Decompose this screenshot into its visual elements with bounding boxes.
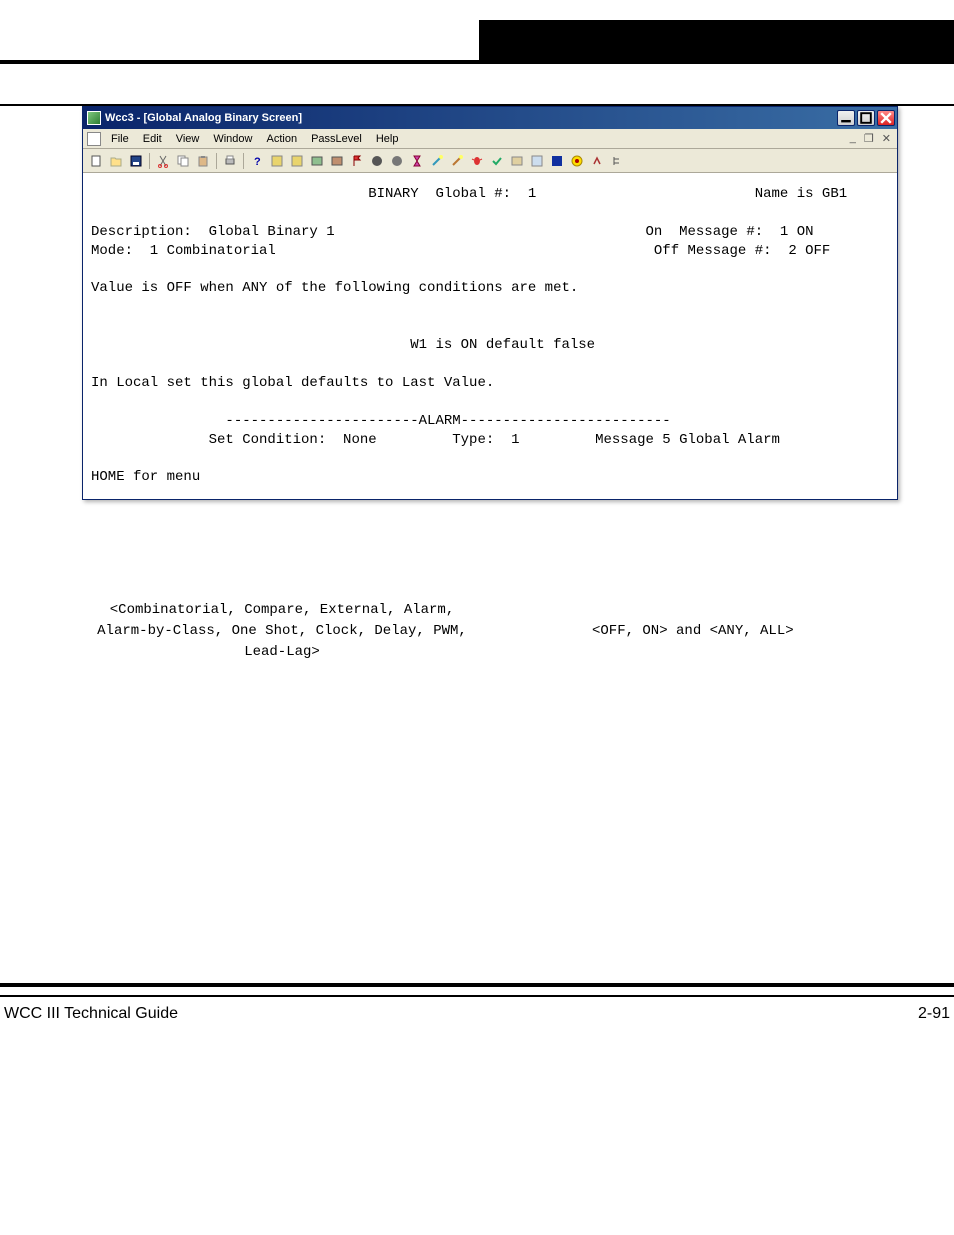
titlebar: Wcc3 - [Global Analog Binary Screen]: [83, 107, 897, 129]
check-icon[interactable]: [488, 152, 506, 170]
tool-icon-9[interactable]: [588, 152, 606, 170]
tool-icon-8[interactable]: [528, 152, 546, 170]
on-message: On Message #: 1 ON: [646, 224, 814, 240]
toolbar-sep: [216, 153, 217, 169]
mdi-minimize-button[interactable]: _: [848, 132, 858, 145]
below-right: <OFF, ON> and <ANY, ALL>: [592, 621, 872, 642]
menu-edit[interactable]: Edit: [137, 131, 168, 147]
menubar-items: File Edit View Window Action PassLevel H…: [87, 131, 404, 147]
below-left-l3: Lead-Lag>: [82, 642, 482, 663]
mdi-close-button[interactable]: ✕: [880, 132, 893, 145]
tool-icon-6[interactable]: [388, 152, 406, 170]
tree-icon[interactable]: [608, 152, 626, 170]
copy-icon[interactable]: [174, 152, 192, 170]
window-controls: [837, 110, 895, 126]
svg-text:?: ?: [254, 156, 261, 168]
footer-divider-thick: [0, 983, 954, 987]
description-label: Description: Global Binary 1: [91, 224, 335, 240]
alarm-line: Set Condition: None Type: 1 Message 5 Gl…: [91, 432, 780, 448]
value-line: Value is OFF when ANY of the following c…: [91, 280, 578, 296]
minimize-button[interactable]: [837, 110, 855, 126]
wand-icon-2[interactable]: [448, 152, 466, 170]
condition-line: W1 is ON default false: [91, 337, 595, 353]
tool-icon-3[interactable]: [308, 152, 326, 170]
home-line: HOME for menu: [91, 469, 200, 485]
cut-icon[interactable]: [154, 152, 172, 170]
menu-view[interactable]: View: [170, 131, 206, 147]
new-icon[interactable]: [87, 152, 105, 170]
below-left-l1: <Combinatorial, Compare, External, Alarm…: [82, 600, 482, 621]
flag-icon[interactable]: [348, 152, 366, 170]
local-line: In Local set this global defaults to Las…: [91, 375, 494, 391]
below-left-l2: Alarm-by-Class, One Shot, Clock, Delay, …: [82, 621, 482, 642]
mdi-restore-button[interactable]: ❐: [862, 132, 876, 145]
paste-icon[interactable]: [194, 152, 212, 170]
alarm-divider: -----------------------ALARM------------…: [91, 413, 671, 429]
mode-label: Mode: 1 Combinatorial: [91, 243, 276, 259]
tool-icon-5[interactable]: [368, 152, 386, 170]
below-text: <Combinatorial, Compare, External, Alarm…: [82, 600, 872, 663]
wand-icon-1[interactable]: [428, 152, 446, 170]
maximize-button[interactable]: [857, 110, 875, 126]
tool-icon-2[interactable]: [288, 152, 306, 170]
content-area: BINARY Global #: 1 Name is GB1 Descripti…: [83, 173, 897, 499]
divider-thick: [0, 60, 954, 64]
print-icon[interactable]: [221, 152, 239, 170]
title-line: BINARY Global #: 1 Name is GB1: [91, 186, 847, 202]
tool-icon-7[interactable]: [508, 152, 526, 170]
tool-icon-4[interactable]: [328, 152, 346, 170]
toolbar-sep: [149, 153, 150, 169]
menu-help[interactable]: Help: [370, 131, 405, 147]
mdi-doc-icon[interactable]: [87, 132, 101, 146]
tool-icon-blue[interactable]: [548, 152, 566, 170]
app-icon: [87, 111, 101, 125]
footer-divider-thin: [0, 995, 954, 997]
app-window: Wcc3 - [Global Analog Binary Screen] Fil…: [82, 106, 898, 500]
bullseye-icon[interactable]: [568, 152, 586, 170]
titlebar-left: Wcc3 - [Global Analog Binary Screen]: [87, 111, 302, 125]
off-message: Off Message #: 2 OFF: [654, 243, 830, 259]
help-icon[interactable]: ?: [248, 152, 266, 170]
close-button[interactable]: [877, 110, 895, 126]
page-header: [0, 20, 954, 60]
hourglass-icon[interactable]: [408, 152, 426, 170]
open-icon[interactable]: [107, 152, 125, 170]
tool-icon-1[interactable]: [268, 152, 286, 170]
toolbar-sep: [243, 153, 244, 169]
menu-file[interactable]: File: [105, 131, 135, 147]
save-icon[interactable]: [127, 152, 145, 170]
footer-left: WCC III Technical Guide: [4, 1005, 178, 1023]
menu-window[interactable]: Window: [207, 131, 258, 147]
header-black-box: [479, 20, 954, 60]
menu-passlevel[interactable]: PassLevel: [305, 131, 368, 147]
toolbar: ?: [83, 149, 897, 173]
menu-action[interactable]: Action: [260, 131, 303, 147]
footer-right: 2-91: [918, 1005, 950, 1023]
menubar: File Edit View Window Action PassLevel H…: [83, 129, 897, 149]
bug-icon[interactable]: [468, 152, 486, 170]
window-title: Wcc3 - [Global Analog Binary Screen]: [105, 112, 302, 124]
mdi-controls: _ ❐ ✕: [848, 132, 893, 145]
below-left: <Combinatorial, Compare, External, Alarm…: [82, 600, 482, 663]
page-footer: WCC III Technical Guide 2-91: [4, 1005, 950, 1023]
